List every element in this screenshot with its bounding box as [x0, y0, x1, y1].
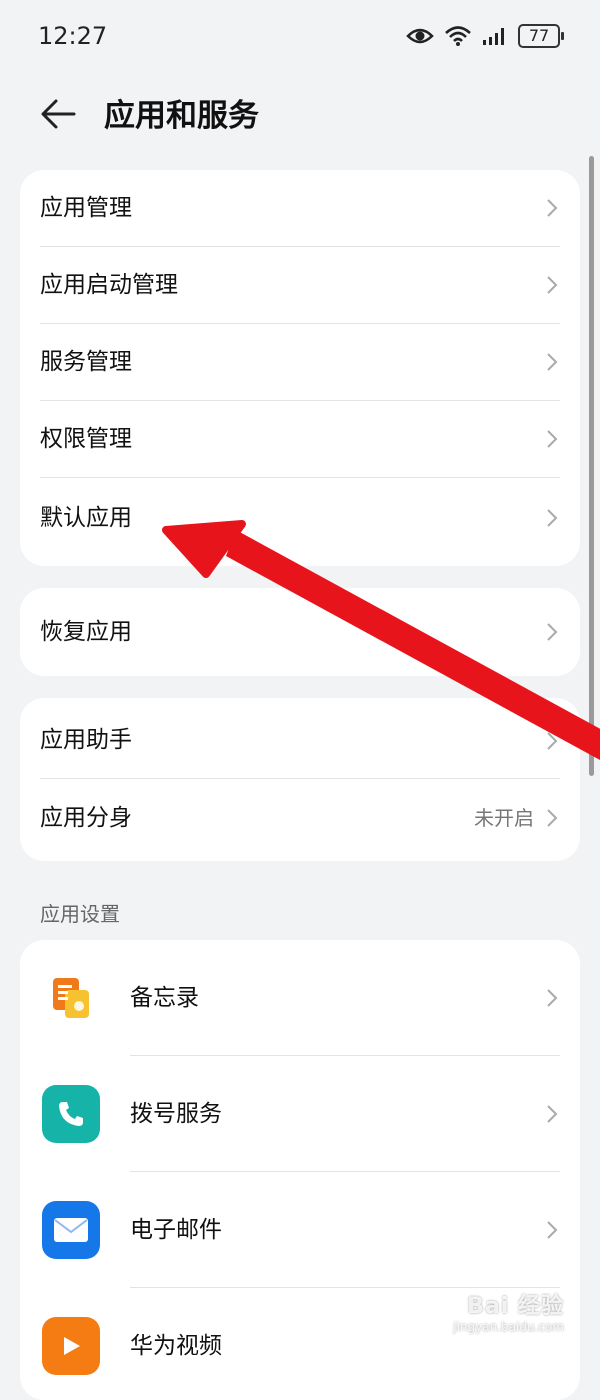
- chevron-right-icon: [547, 1105, 558, 1123]
- row-app-management[interactable]: 应用管理: [20, 170, 580, 247]
- row-permission-management[interactable]: 权限管理: [20, 401, 580, 478]
- video-icon: [42, 1317, 100, 1375]
- row-label: 默认应用: [40, 505, 132, 531]
- chevron-right-icon: [547, 509, 558, 527]
- page-title: 应用和服务: [104, 98, 259, 134]
- row-app-assistant[interactable]: 应用助手: [20, 698, 580, 779]
- card-restore-apps: 恢复应用: [20, 588, 580, 676]
- chevron-right-icon: [547, 1221, 558, 1239]
- watermark-logo: Bai 经验: [467, 1294, 564, 1319]
- status-bar: 12:27 77: [0, 0, 600, 76]
- chevron-right-icon: [547, 353, 558, 371]
- battery-icon: 77: [518, 24, 564, 48]
- eye-comfort-icon: [406, 28, 434, 44]
- app-row-dialer[interactable]: 拨号服务: [20, 1056, 580, 1172]
- card-app-management: 应用管理 应用启动管理 服务管理 权限管理 默认应用: [20, 170, 580, 566]
- row-label: 应用管理: [40, 195, 132, 221]
- chevron-right-icon: [547, 623, 558, 641]
- mail-icon: [42, 1201, 100, 1259]
- status-icons: 77: [406, 24, 564, 48]
- app-row-notepad[interactable]: 备忘录: [20, 940, 580, 1056]
- row-label: 服务管理: [40, 349, 132, 375]
- chevron-right-icon: [547, 732, 558, 750]
- row-label: 应用助手: [40, 727, 132, 753]
- wifi-icon: [445, 26, 471, 46]
- row-label: 应用分身: [40, 805, 132, 831]
- app-label: 拨号服务: [130, 1101, 222, 1127]
- card-app-tools: 应用助手 应用分身 未开启: [20, 698, 580, 861]
- back-arrow-icon: [41, 99, 76, 129]
- section-title-app-settings: 应用设置: [40, 902, 120, 926]
- row-service-management[interactable]: 服务管理: [20, 324, 580, 401]
- app-label: 华为视频: [130, 1333, 222, 1359]
- back-button[interactable]: [36, 92, 80, 136]
- row-app-twin[interactable]: 应用分身 未开启: [20, 779, 580, 861]
- chevron-right-icon: [547, 276, 558, 294]
- chevron-right-icon: [547, 430, 558, 448]
- scrollbar[interactable]: [589, 156, 594, 776]
- app-label: 备忘录: [130, 985, 199, 1011]
- row-app-launch-management[interactable]: 应用启动管理: [20, 247, 580, 324]
- header: 应用和服务: [0, 80, 600, 144]
- status-time: 12:27: [38, 22, 108, 50]
- battery-level: 77: [528, 26, 550, 45]
- chevron-right-icon: [547, 809, 558, 827]
- phone-icon: [42, 1085, 100, 1143]
- notepad-icon: [42, 969, 100, 1027]
- chevron-right-icon: [547, 199, 558, 217]
- signal-icon: [483, 28, 504, 45]
- app-label: 电子邮件: [130, 1217, 222, 1243]
- watermark-url: jingyan.baidu.com: [453, 1320, 564, 1334]
- watermark: Bai 经验 jingyan.baidu.com: [453, 1288, 564, 1334]
- row-label: 恢复应用: [40, 619, 132, 645]
- row-label: 应用启动管理: [40, 272, 178, 298]
- chevron-right-icon: [547, 989, 558, 1007]
- row-restore-apps[interactable]: 恢复应用: [20, 588, 580, 676]
- row-value: 未开启: [474, 806, 534, 830]
- app-row-email[interactable]: 电子邮件: [20, 1172, 580, 1288]
- row-label: 权限管理: [40, 426, 132, 452]
- row-default-apps[interactable]: 默认应用: [20, 478, 580, 566]
